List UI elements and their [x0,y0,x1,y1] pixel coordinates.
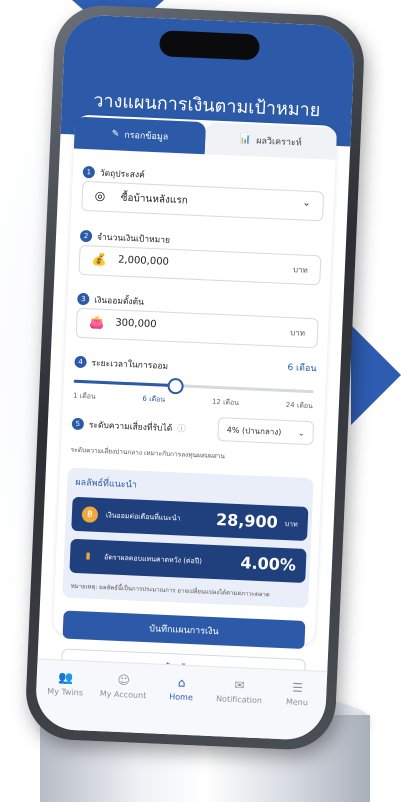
money-bag-icon: 💰 [91,252,108,268]
menu-icon: ☰ [291,680,304,695]
edit-icon: ✎ [111,129,120,140]
goal-value: ซื้อบ้านหลังแรก [120,192,189,207]
tick-label: 1 เดือน [72,391,96,401]
nav-menu[interactable]: ☰ Menu [268,680,327,709]
tab-analysis-label: ผลวิเคราะห์ [255,136,302,149]
tick-label: 12 เดือน [211,397,240,407]
wallet-icon: 👛 [89,315,105,330]
nav-my-twins[interactable]: 👥 My Twins [36,669,95,698]
nav-my-account[interactable]: ☺ My Account [94,672,153,701]
nav-label: My Twins [47,686,84,698]
phone-screen: วางแผนการเงินตามเป้าหมาย ✎ กรอกข้อมูล 📊 … [34,14,356,741]
target-icon: ◎ [94,188,106,203]
risk-value: 4% (ปานกลาง) [226,424,282,437]
tab-input-label: กรอกข้อมูล [123,130,169,143]
tab-analysis[interactable]: 📊 ผลวิเคราะห์ [204,122,338,160]
target-amount-unit: บาท [292,265,308,275]
nav-label: Menu [285,697,309,708]
step-number-4: 4 [74,355,87,369]
dynamic-island [158,30,261,61]
initial-savings-unit: บาท [290,328,306,338]
decor-triangle-right [351,325,401,425]
nav-label: Notification [215,694,263,706]
nav-label: Home [169,692,194,703]
initial-label-row: 3 เงินออมตั้งต้น [77,292,144,309]
nav-home[interactable]: ⌂ Home [152,674,211,703]
nav-notification[interactable]: ✉ Notification [210,677,269,706]
step-number-2: 2 [79,229,93,243]
expected-return-label: อัตราผลตอบแทนคาดหวัง (ต่อปี) [103,553,203,566]
results-title: ผลลัพธ์ที่แนะนำ [75,477,138,491]
target-amount-value: 2,000,000 [117,254,170,268]
info-icon[interactable]: ⓘ [177,422,186,434]
user-icon: ☺ [117,672,131,688]
chevron-down-icon: ⌄ [302,197,311,209]
home-icon: ⌂ [177,675,186,690]
expected-return-value: 4.00% [240,553,297,575]
chart-icon: 📊 [239,134,252,146]
step-number-5: 5 [71,417,85,431]
tick-label: 24 เดือน [285,400,314,411]
monthly-savings-unit: บาท [284,520,298,529]
phone-frame: วางแผนการเงินตามเป้าหมาย ✎ กรอกข้อมูล 📊 … [24,3,366,752]
envelope-icon: ✉ [234,678,245,693]
initial-savings-value: 300,000 [115,317,157,331]
growth-chart-icon: ▮ [85,551,91,562]
goal-label: วัตถุประสงค์ [99,168,145,181]
monthly-savings-label: เงินออมต่อเดือนที่แนะนำ [105,511,181,523]
step-number-1: 1 [82,165,96,179]
coin-icon: ฿ [81,506,99,523]
chevron-down-icon: ⌄ [297,428,305,438]
tick-label: 6 เดือน [142,394,166,404]
monthly-savings-value: 28,900 [215,510,279,532]
people-icon: 👥 [58,670,74,685]
bottom-nav: 👥 My Twins ☺ My Account ⌂ Home ✉ Notific… [34,658,328,741]
goal-label-row: 1 วัตถุประสงค์ [82,165,146,182]
step-number-3: 3 [77,292,90,306]
risk-select[interactable]: 4% (ปานกลาง) ⌄ [217,417,315,446]
duration-value: 6 เดือน [287,363,317,375]
tab-input[interactable]: ✎ กรอกข้อมูล [73,116,207,155]
nav-label: My Account [99,689,147,701]
initial-savings-label: เงินออมตั้งต้น [94,295,145,308]
